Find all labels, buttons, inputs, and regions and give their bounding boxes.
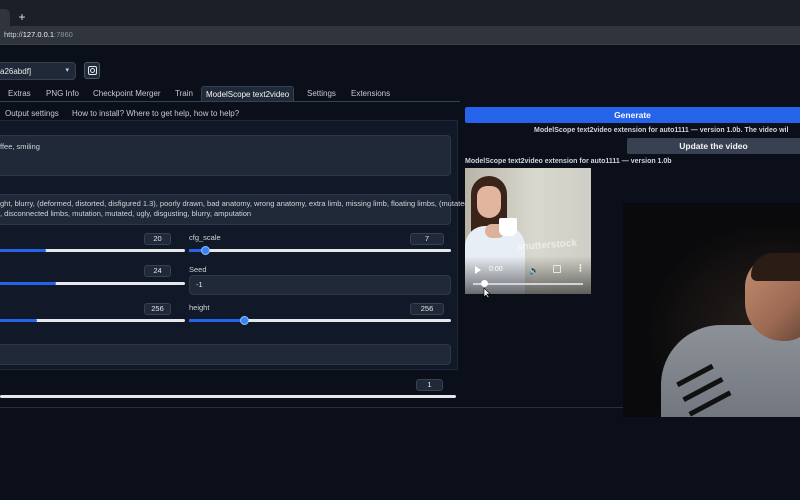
frames-slider-fill: [0, 282, 56, 285]
batch-slider[interactable]: [0, 395, 456, 398]
frames-slider[interactable]: [0, 282, 185, 285]
height-slider-fill: [189, 319, 245, 322]
fullscreen-icon[interactable]: [553, 265, 561, 273]
browser-tab-strip: +: [0, 0, 800, 26]
play-icon[interactable]: [475, 266, 481, 274]
video-subject-face: [477, 186, 501, 218]
tab-settings[interactable]: Settings: [303, 86, 340, 102]
height-number-input[interactable]: 256: [410, 303, 444, 315]
url-port: :7860: [54, 30, 73, 39]
browser-tab[interactable]: [0, 9, 10, 26]
frames-number-input[interactable]: 24: [144, 265, 171, 277]
seed-input[interactable]: -1: [189, 275, 451, 295]
address-bar[interactable]: http://127.0.0.1:7860: [0, 26, 800, 44]
chrome-divider: [0, 44, 800, 45]
tab-output-settings[interactable]: Output settings: [5, 109, 59, 118]
prompt-text: ffee, smiling: [0, 142, 40, 151]
negative-prompt-line-2: , disconnected limbs, mutation, mutated,…: [0, 209, 252, 218]
steps-slider-fill: [0, 249, 47, 252]
width-slider[interactable]: [0, 319, 185, 322]
checkpoint-dropdown-value: a26abdf]: [0, 67, 32, 76]
coffee-cup: [499, 218, 517, 236]
generate-button[interactable]: Generate: [465, 107, 800, 123]
volume-icon[interactable]: 🔈: [529, 266, 539, 275]
chevron-down-icon: ▾: [65, 67, 69, 74]
tab-train[interactable]: Train: [171, 86, 197, 102]
height-slider-thumb[interactable]: [240, 316, 250, 325]
main-tabs: Extras PNG Info Checkpoint Merger Train …: [0, 86, 465, 102]
steps-number-input[interactable]: 20: [144, 233, 171, 245]
tab-png-info[interactable]: PNG Info: [42, 86, 83, 102]
new-tab-icon[interactable]: +: [16, 10, 28, 24]
refresh-icon: [88, 66, 97, 75]
width-slider-fill: [0, 319, 37, 322]
tab-modelscope-text2video[interactable]: ModelScope text2video: [201, 86, 295, 102]
cfg-scale-slider[interactable]: [189, 246, 451, 255]
negative-prompt-textarea[interactable]: ght, blurry, (deformed, distorted, disfi…: [0, 194, 469, 225]
cfg-scale-slider-thumb[interactable]: [200, 246, 210, 255]
refresh-checkpoint-button[interactable]: [84, 62, 100, 79]
video-progress-thumb[interactable]: [481, 280, 488, 287]
tab-checkpoint-merger[interactable]: Checkpoint Merger: [89, 86, 165, 102]
url-scheme: http://: [4, 30, 23, 39]
seed-label: Seed: [189, 265, 207, 274]
height-label: height: [189, 303, 210, 312]
url-text[interactable]: http://127.0.0.1:7860: [4, 30, 73, 39]
webcam-person-hair: [751, 253, 800, 281]
cfg-scale-number-input[interactable]: 7: [410, 233, 444, 245]
tab-how-to-install[interactable]: How to install? Where to get help, how t…: [72, 109, 239, 118]
prompt-textarea[interactable]: ffee, smiling: [0, 135, 451, 176]
status-text: ModelScope text2video extension for auto…: [534, 127, 789, 134]
video-progress-track[interactable]: [473, 283, 583, 285]
more-options-icon[interactable]: ⋮: [576, 264, 585, 273]
mouse-cursor-icon: [483, 288, 491, 299]
tabs-divider: [0, 101, 460, 102]
url-host: 127.0.0.1: [22, 30, 55, 39]
video-title: ModelScope text2video extension for auto…: [465, 158, 672, 165]
height-slider[interactable]: [189, 316, 451, 325]
tab-extras[interactable]: Extras: [4, 86, 35, 102]
negative-prompt-line-1: ght, blurry, (deformed, distorted, disfi…: [0, 199, 469, 208]
width-number-input[interactable]: 256: [144, 303, 171, 315]
cfg-scale-label: cfg_scale: [189, 233, 221, 242]
webcam-overlay: [623, 203, 800, 417]
tab-extensions[interactable]: Extensions: [347, 86, 394, 102]
steps-slider[interactable]: [0, 249, 185, 252]
video-player[interactable]: shutterstock 0:00 🔈 ⋮: [465, 168, 591, 294]
video-time: 0:00: [489, 266, 503, 273]
update-video-button[interactable]: Update the video: [627, 138, 800, 154]
batch-number-input[interactable]: 1: [416, 379, 443, 391]
checkpoint-dropdown[interactable]: a26abdf] ▾: [0, 62, 76, 80]
extra-textbox[interactable]: [0, 344, 451, 365]
